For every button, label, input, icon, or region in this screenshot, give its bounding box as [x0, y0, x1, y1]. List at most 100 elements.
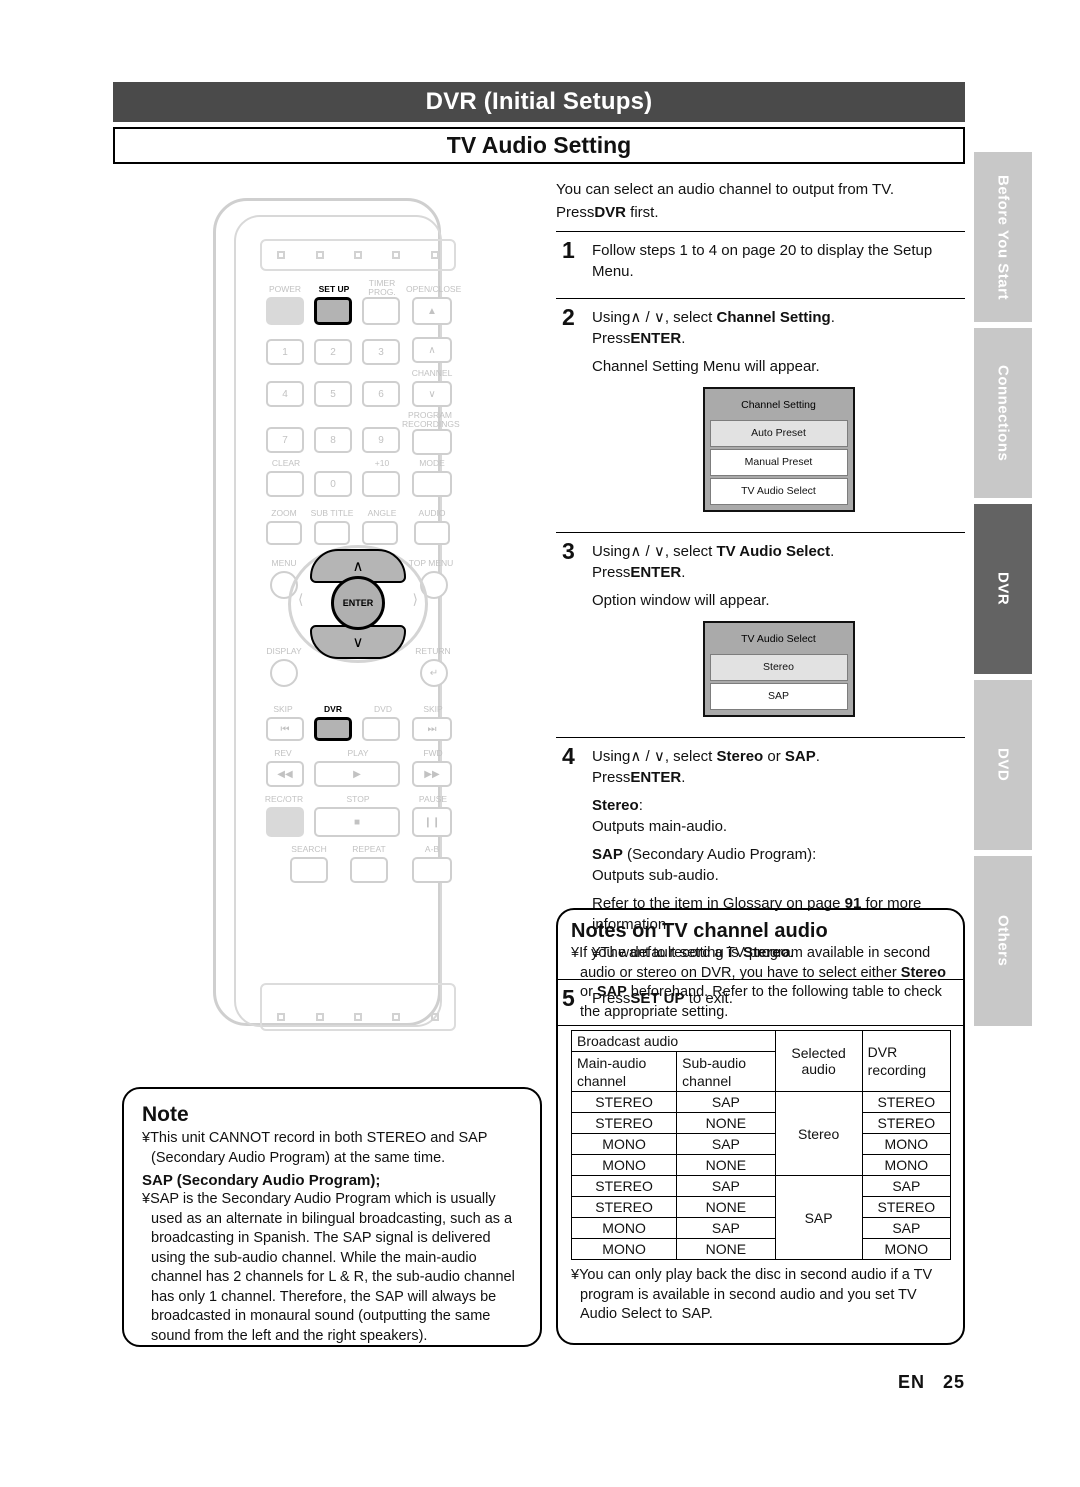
cell-main: MONO	[570, 1238, 678, 1260]
power-label: POWER	[268, 284, 302, 294]
setup-button[interactable]	[314, 297, 352, 325]
rewind-button[interactable]: ◀◀	[266, 761, 304, 787]
digit-4-button[interactable]: 4	[266, 381, 304, 407]
osd-item-auto-preset[interactable]: Auto Preset	[709, 420, 848, 447]
repeat-button[interactable]	[350, 857, 388, 883]
digit-3-button[interactable]: 3	[362, 339, 400, 365]
press-word: Press	[592, 564, 631, 581]
cell-main: STEREO	[570, 1112, 678, 1134]
clear-button[interactable]	[266, 471, 304, 497]
return-button[interactable]: ↵	[420, 659, 448, 687]
digit-8-button[interactable]: 8	[314, 427, 352, 453]
stereo-option-ref: Stereo	[716, 748, 764, 765]
digit-6-button[interactable]: 6	[362, 381, 400, 407]
channel-setting-ref: Channel Setting	[716, 309, 831, 326]
ab-button[interactable]	[412, 857, 452, 883]
step-result: Channel Setting Menu will appear.	[592, 358, 820, 375]
clear-label: CLEAR	[271, 458, 301, 468]
stop-button[interactable]: ■	[314, 807, 400, 837]
instructions-column: You can select an audio channel to outpu…	[556, 178, 965, 1026]
pause-button[interactable]: ❙❙	[412, 807, 452, 837]
search-button[interactable]	[290, 857, 328, 883]
digit-5-button[interactable]: 5	[314, 381, 352, 407]
channel-down-button[interactable]: ∨	[412, 381, 452, 407]
sap-term: SAP	[592, 846, 623, 863]
rec-otr-button[interactable]	[266, 807, 304, 837]
select-word: , select	[664, 748, 717, 765]
cell-sub: NONE	[676, 1196, 776, 1218]
sap-desc: Outputs sub-audio.	[592, 867, 719, 884]
skip-back-button[interactable]: ⏮	[266, 717, 304, 741]
cell-dvr: SAP	[861, 1217, 952, 1239]
dpad-down-button[interactable]: ∨	[310, 625, 406, 659]
channel-up-button[interactable]: ∧	[412, 337, 452, 363]
display-button[interactable]	[270, 659, 298, 687]
digit-0-button[interactable]: 0	[314, 471, 352, 497]
led-dot-icon	[430, 1013, 439, 1021]
forward-button[interactable]: ▶▶	[412, 761, 452, 787]
step-2: 2 Using∧ / ∨, select Channel Setting. Pre…	[556, 299, 965, 525]
table-row: STEREO NONE STEREO	[570, 1112, 952, 1134]
intro-line-2: PressDVR first.	[556, 201, 965, 224]
timer-prog-button[interactable]	[362, 297, 400, 325]
dvr-button[interactable]	[314, 717, 352, 741]
sidebar-item-connections[interactable]: Connections	[974, 328, 1032, 498]
bullet-part-c: beforehand. Refer to the following table…	[580, 984, 942, 1020]
repeat-label: REPEAT	[352, 844, 386, 854]
remote-control-illustration: POWER SET UP TIMER PROG. OPEN/CLOSE ▲ 1 …	[205, 192, 462, 1032]
subtitle-button[interactable]	[314, 521, 350, 545]
page-footer: EN 25	[0, 1372, 965, 1393]
digit-1-button[interactable]: 1	[266, 339, 304, 365]
open-close-label: OPEN/CLOSE	[406, 284, 462, 294]
stereo-definition: Stereo: Outputs main-audio.	[592, 795, 965, 837]
sidebar-item-before-you-start[interactable]: Before You Start	[974, 152, 1032, 322]
open-close-button[interactable]: ▲	[412, 297, 452, 325]
led-dot-icon	[353, 251, 362, 259]
osd-item-sap[interactable]: SAP	[709, 683, 848, 710]
osd-item-stereo[interactable]: Stereo	[709, 654, 848, 681]
enter-button[interactable]: ENTER	[331, 576, 385, 630]
osd-title: Channel Setting	[741, 399, 816, 411]
updown-arrows-icon: ∧ / ∨	[630, 309, 665, 326]
audio-button[interactable]	[414, 521, 450, 545]
program-recordings-button[interactable]	[412, 429, 452, 455]
angle-button[interactable]	[362, 521, 398, 545]
mode-button[interactable]	[412, 471, 452, 497]
play-button[interactable]: ▶	[314, 761, 400, 787]
bullet-part-a: If you want to record a TV program avail…	[579, 945, 931, 981]
osd-item-manual-preset[interactable]: Manual Preset	[709, 449, 848, 476]
table-row: MONO SAP MONO	[570, 1133, 952, 1155]
dpad-left-button[interactable]: ⟨	[298, 591, 303, 608]
setup-label: SET UP	[318, 284, 350, 294]
led-dot-icon	[392, 251, 401, 259]
skip-fwd-label: SKIP	[423, 704, 443, 714]
cell-dvr: MONO	[861, 1133, 952, 1155]
digit-2-button[interactable]: 2	[314, 339, 352, 365]
header-selected-audio: Selected audio	[774, 1030, 863, 1092]
side-tab-label: DVD	[994, 748, 1012, 782]
dvd-button[interactable]	[362, 717, 400, 741]
zoom-button[interactable]	[266, 521, 302, 545]
osd-item-tv-audio-select[interactable]: TV Audio Select	[709, 478, 848, 505]
sidebar-item-dvr[interactable]: DVR	[974, 504, 1032, 674]
power-button[interactable]	[266, 297, 304, 325]
skip-fwd-button[interactable]: ⏭	[412, 717, 452, 741]
header-broadcast-audio: Broadcast audio	[571, 1030, 776, 1052]
digit-7-button[interactable]: 7	[266, 427, 304, 453]
cell-sub: SAP	[676, 1175, 776, 1197]
zoom-label: ZOOM	[271, 508, 297, 518]
digit-9-button[interactable]: 9	[362, 427, 400, 453]
sidebar-item-dvd[interactable]: DVD	[974, 680, 1032, 850]
sap-expansion: (Secondary Audio Program):	[622, 846, 817, 863]
section-title: TV Audio Setting	[113, 127, 965, 164]
osd-channel-setting-menu: Channel Setting Auto Preset Manual Prese…	[702, 387, 855, 512]
digit-label: 1	[282, 346, 288, 358]
header-dvr-recording: DVR recording	[861, 1030, 952, 1092]
ab-label: A-B	[424, 844, 440, 854]
using-word: Using	[592, 543, 631, 560]
dpad-right-button[interactable]: ⟩	[413, 591, 418, 608]
sidebar-item-others[interactable]: Others	[974, 856, 1032, 1026]
period: .	[681, 564, 686, 581]
plus10-button[interactable]	[362, 471, 400, 497]
cell-main: MONO	[570, 1154, 678, 1176]
